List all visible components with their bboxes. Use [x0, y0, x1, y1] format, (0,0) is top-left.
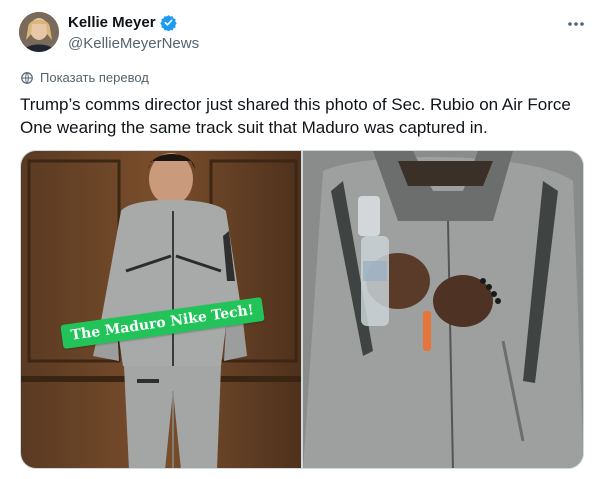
- avatar-image: [19, 12, 59, 52]
- show-translation-link[interactable]: Показать перевод: [20, 70, 149, 85]
- globe-translate-icon: [21, 71, 33, 84]
- author-name-row: Kellie Meyer: [68, 14, 177, 31]
- author-avatar[interactable]: [19, 12, 59, 52]
- author-handle[interactable]: @KellieMeyerNews: [68, 35, 199, 52]
- media-photo-maduro[interactable]: [303, 151, 583, 468]
- more-options-button[interactable]: [566, 14, 586, 34]
- author-display-name[interactable]: Kellie Meyer: [68, 14, 156, 31]
- show-translation-label: Показать перевод: [40, 70, 149, 85]
- verified-badge-icon: [159, 15, 177, 31]
- media-photo-rubio[interactable]: The Maduro Nike Tech!: [21, 151, 301, 468]
- tweet-text: Trump’s comms director just shared this …: [20, 95, 571, 137]
- more-options-icon: [568, 22, 584, 26]
- tweet-media: The Maduro Nike Tech!: [20, 150, 584, 469]
- maduro-tracksuit-photo: [303, 151, 583, 468]
